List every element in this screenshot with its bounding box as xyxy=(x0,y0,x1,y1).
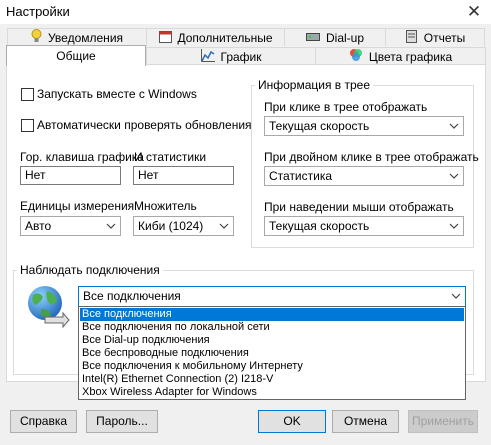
connections-option[interactable]: Все подключения к мобильному Интернету xyxy=(80,360,464,373)
connections-option[interactable]: Все беспроводные подключения xyxy=(80,347,464,360)
globe-network-icon xyxy=(23,283,71,331)
tab-reports[interactable]: Отчеты xyxy=(385,28,485,46)
tray-dblclick-value: Статистика xyxy=(269,169,333,183)
tray-group-title: Информация в трее xyxy=(255,78,374,92)
close-icon[interactable]: ✕ xyxy=(463,1,485,23)
tray-hover-value: Текущая скорость xyxy=(269,219,370,233)
tab-general[interactable]: Общие xyxy=(6,45,146,66)
tab-general-label: Общие xyxy=(56,49,96,63)
connections-option[interactable]: Все подключения xyxy=(80,308,464,321)
palette-icon xyxy=(349,48,363,65)
connections-option[interactable]: Все подключения по локальной сети xyxy=(80,321,464,334)
hotkey-graph-label: Гор. клавиша графика xyxy=(20,150,144,164)
tray-hover-select[interactable]: Текущая скорость xyxy=(264,216,464,236)
multiplier-label: Множитель xyxy=(134,199,197,213)
report-icon xyxy=(405,29,418,46)
tray-dblclick-label: При двойном клике в трее отображать xyxy=(264,150,479,164)
autoupdate-label: Автоматически проверять обновления xyxy=(37,118,252,132)
tab-graph[interactable]: График xyxy=(146,47,316,65)
units-value: Авто xyxy=(25,219,52,233)
tray-dblclick-select[interactable]: Статистика xyxy=(264,166,464,186)
tab-graph-colors[interactable]: Цвета графика xyxy=(315,47,486,65)
chevron-down-icon xyxy=(449,220,459,232)
hotkey-graph-input[interactable]: Нет xyxy=(20,166,121,185)
apply-button[interactable]: Применить xyxy=(408,410,478,433)
chevron-down-icon xyxy=(449,120,459,132)
ok-button[interactable]: OK xyxy=(258,410,326,433)
password-button[interactable]: Пароль... xyxy=(86,410,158,433)
chevron-down-icon xyxy=(219,220,229,232)
tab-advanced-label: Дополнительные xyxy=(177,30,273,45)
autostart-label: Запускать вместе с Windows xyxy=(37,87,197,101)
window-title: Настройки xyxy=(6,4,70,19)
chart-icon xyxy=(200,48,215,65)
tray-click-label: При клике в трее отображать xyxy=(264,100,428,114)
cancel-button[interactable]: Отмена xyxy=(332,410,399,433)
connections-option[interactable]: Intel(R) Ethernet Connection (2) I218-V xyxy=(80,373,464,386)
tray-click-select[interactable]: Текущая скорость xyxy=(264,116,464,136)
tab-notifications-label: Уведомления xyxy=(47,30,124,45)
calendar-icon xyxy=(158,30,172,46)
tab-dialup[interactable]: Dial-up xyxy=(284,28,386,46)
tab-graph-colors-label: Цвета графика xyxy=(368,49,453,64)
tab-dialup-label: Dial-up xyxy=(325,30,364,45)
connections-group-title: Наблюдать подключения xyxy=(17,263,163,277)
connections-option[interactable]: Все Dial-up подключения xyxy=(80,334,464,347)
hotkey-stats-label: И статистики xyxy=(134,150,207,164)
tray-click-value: Текущая скорость xyxy=(269,119,370,133)
connections-dropdown-list: Все подключения Все подключения по локал… xyxy=(78,306,466,400)
connections-select[interactable]: Все подключения xyxy=(78,286,466,307)
hotkey-stats-input[interactable]: Нет xyxy=(133,166,234,185)
help-button[interactable]: Справка xyxy=(10,410,77,433)
modem-icon xyxy=(305,31,320,45)
tab-notifications[interactable]: Уведомления xyxy=(7,28,147,46)
tab-reports-label: Отчеты xyxy=(423,30,466,45)
multiplier-value: Киби (1024) xyxy=(138,219,204,233)
tray-hover-label: При наведении мыши отображать xyxy=(264,200,454,214)
autoupdate-checkbox[interactable] xyxy=(21,119,34,132)
tab-graph-label: График xyxy=(220,49,262,64)
chevron-down-icon xyxy=(106,220,116,232)
chevron-down-icon xyxy=(449,170,459,182)
units-label: Единицы измерения xyxy=(20,199,135,213)
bulb-icon xyxy=(31,29,42,46)
units-select[interactable]: Авто xyxy=(20,216,121,236)
tab-advanced[interactable]: Дополнительные xyxy=(146,28,285,46)
connections-option[interactable]: Xbox Wireless Adapter for Windows xyxy=(80,386,464,399)
connections-value: Все подключения xyxy=(83,289,181,303)
chevron-down-icon xyxy=(451,290,461,302)
title-bar xyxy=(0,0,491,24)
multiplier-select[interactable]: Киби (1024) xyxy=(133,216,234,236)
autostart-checkbox[interactable] xyxy=(21,88,34,101)
